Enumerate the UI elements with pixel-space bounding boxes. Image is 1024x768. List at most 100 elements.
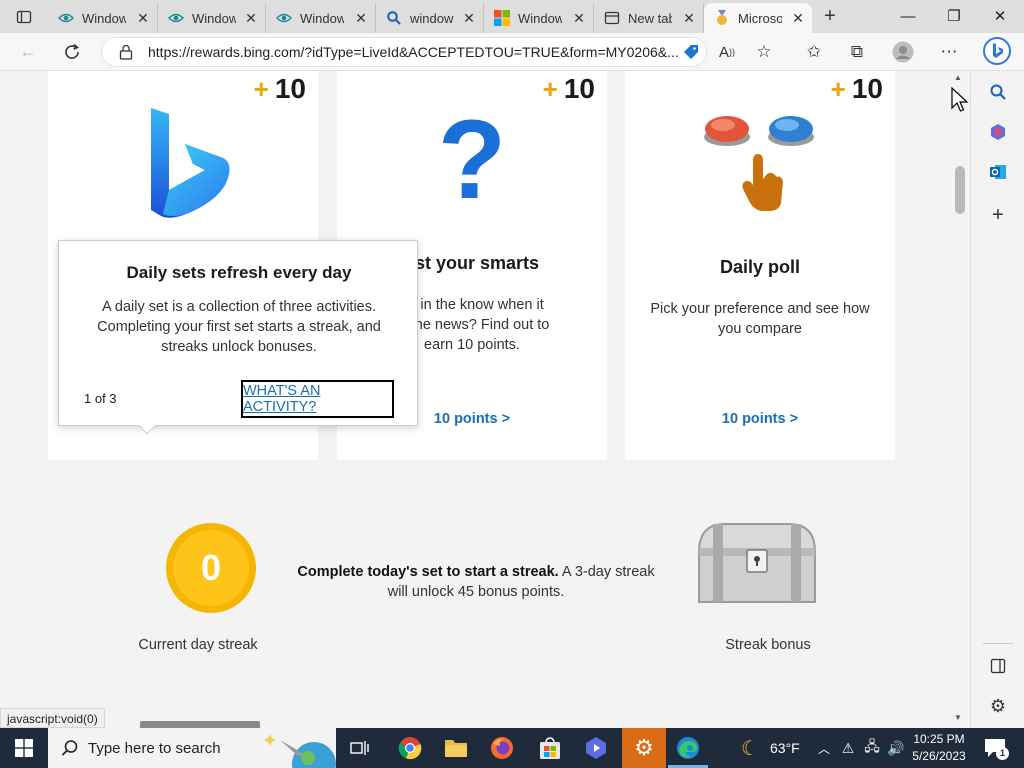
next-section-heading-cutoff (140, 721, 260, 728)
close-tab-icon[interactable]: ✕ (681, 10, 697, 26)
taskbar-search-box[interactable]: Type here to search (48, 728, 336, 768)
close-tab-icon[interactable]: ✕ (790, 10, 806, 26)
rewards-page-content: +10 +10 ? est your smarts ou in the know… (0, 71, 951, 728)
vertical-scrollbar[interactable]: ▲ ▼ (951, 71, 969, 728)
eye-icon (168, 10, 184, 26)
task-view-icon[interactable] (348, 736, 372, 760)
browser-tab[interactable]: windows ✕ (376, 3, 484, 33)
browser-tab[interactable]: New tab ✕ (594, 3, 704, 33)
windows-taskbar: Type here to search ⚙ ☾ 63°F ︿ ⚠ 🖧 🔊 10:… (0, 728, 1024, 768)
navigation-bar: ← https://rewards.bing.com/?idType=LiveI… (0, 33, 1024, 71)
tab-title: Windows (300, 10, 344, 26)
close-tab-icon[interactable]: ✕ (571, 10, 587, 26)
add-sidebar-app-icon[interactable]: + (985, 202, 1011, 228)
browser-tab[interactable]: Windows ✕ (48, 3, 158, 33)
network-icon[interactable]: 🖧 (860, 736, 884, 760)
back-icon[interactable]: ← (14, 38, 42, 66)
eye-icon (58, 10, 74, 26)
browser-tab[interactable]: Windows ✕ (266, 3, 376, 33)
card-points: +10 (253, 73, 306, 104)
bing-logo-icon (143, 106, 233, 224)
video-editor-icon[interactable] (584, 736, 608, 760)
new-tab-plus-icon[interactable]: + (818, 5, 842, 27)
streak-description-bold: Complete today's set to start a streak. (297, 564, 559, 580)
browser-tab[interactable]: Windows ✕ (158, 3, 266, 33)
chrome-icon[interactable] (398, 736, 422, 760)
card-points-link[interactable]: 10 points > (625, 411, 895, 427)
popup-body: A daily set is a collection of three act… (97, 299, 381, 355)
status-bar-link-preview: javascript:void(0) (0, 708, 105, 728)
minimize-icon[interactable]: — (888, 4, 928, 28)
popup-title: Daily sets refresh every day (126, 263, 352, 282)
clock-time: 10:25 PM (913, 732, 965, 746)
file-explorer-icon[interactable] (444, 736, 468, 760)
maximize-icon[interactable]: ❐ (934, 4, 974, 28)
add-favorite-icon[interactable]: ☆ (750, 38, 778, 66)
address-bar[interactable]: https://rewards.bing.com/?idType=LiveId&… (101, 37, 707, 67)
card-points: +10 (830, 73, 883, 104)
scrollbar-thumb[interactable] (955, 166, 965, 214)
daily-set-card-3[interactable]: +10 Daily poll Pick your preference and … (625, 71, 895, 460)
streak-count: 0 (173, 530, 249, 606)
hide-sidebar-icon[interactable] (985, 653, 1011, 679)
bing-copilot-icon[interactable] (982, 36, 1012, 66)
network-warning-icon[interactable]: ⚠ (836, 736, 860, 760)
streak-count-coin: 0 (166, 523, 256, 613)
edge-sidebar: + ⚙ (970, 71, 1024, 728)
shopping-tag-icon[interactable] (677, 38, 705, 66)
eye-icon (276, 10, 292, 26)
tab-title: Microso (738, 10, 782, 26)
tab-title: Windows (518, 10, 562, 26)
more-options-icon[interactable]: ⋯ (935, 38, 963, 66)
search-placeholder: Type here to search (88, 739, 221, 757)
microsoft-store-icon[interactable] (538, 736, 562, 760)
favorites-icon[interactable]: ✩ (800, 38, 828, 66)
outlook-icon[interactable] (985, 159, 1011, 185)
notification-count-badge: 1 (996, 747, 1009, 760)
tab-strip: Windows ✕ Windows ✕ Windows ✕ windows ✕ … (0, 0, 1024, 33)
clock[interactable]: 10:25 PM 5/26/2023 (908, 731, 970, 765)
tab-title: Windows (192, 10, 236, 26)
url-text: https://rewards.bing.com/?idType=LiveId&… (148, 44, 678, 60)
firefox-icon[interactable] (490, 736, 514, 760)
card-points: +10 (542, 73, 595, 104)
browser-tab[interactable]: Windows ✕ (484, 3, 594, 33)
search-icon (60, 738, 80, 758)
volume-icon[interactable]: 🔊 (884, 736, 908, 760)
browser-tab-active[interactable]: Microso ✕ (704, 3, 812, 33)
mouse-cursor-icon (951, 86, 969, 113)
search-icon (386, 10, 402, 26)
lock-icon[interactable] (118, 44, 134, 60)
card-title: Daily poll (719, 257, 800, 277)
question-mark-icon: ? (437, 96, 507, 222)
office-icon[interactable] (985, 119, 1011, 145)
scroll-down-arrow-icon[interactable]: ▼ (954, 713, 962, 722)
close-tab-icon[interactable]: ✕ (243, 10, 259, 26)
close-window-icon[interactable]: ✕ (980, 4, 1020, 28)
settings-gear-icon: ⚙ (634, 735, 654, 760)
popup-step-counter: 1 of 3 (84, 391, 117, 406)
settings-app-active[interactable]: ⚙ (622, 728, 666, 768)
microsoft-logo-icon (494, 10, 510, 26)
clock-date: 5/26/2023 (912, 749, 966, 763)
close-tab-icon[interactable]: ✕ (353, 10, 369, 26)
edge-browser-icon[interactable] (676, 736, 700, 760)
card-description: Pick your preference and see how you com… (650, 301, 870, 337)
close-tab-icon[interactable]: ✕ (135, 10, 151, 26)
refresh-icon[interactable] (58, 38, 86, 66)
whats-an-activity-link[interactable]: WHAT'S AN ACTIVITY? (241, 380, 394, 418)
close-tab-icon[interactable]: ✕ (461, 10, 477, 26)
tab-title: New tab (628, 10, 672, 26)
windows-start-icon[interactable] (12, 736, 36, 760)
show-hidden-icons-chevron-icon[interactable]: ︿ (812, 736, 836, 760)
read-aloud-icon[interactable]: A)) (713, 38, 741, 66)
sidebar-settings-gear-icon[interactable]: ⚙ (985, 693, 1011, 719)
scroll-up-arrow-icon[interactable]: ▲ (954, 73, 962, 82)
profile-avatar-icon[interactable] (889, 38, 917, 66)
collections-icon[interactable]: ⧉ (843, 38, 871, 66)
rewards-medal-icon (714, 10, 730, 26)
tab-actions-icon[interactable] (14, 7, 34, 27)
weather-temperature[interactable]: 63°F (770, 740, 800, 756)
weather-moon-icon[interactable]: ☾ (738, 736, 762, 760)
search-icon[interactable] (985, 79, 1011, 105)
